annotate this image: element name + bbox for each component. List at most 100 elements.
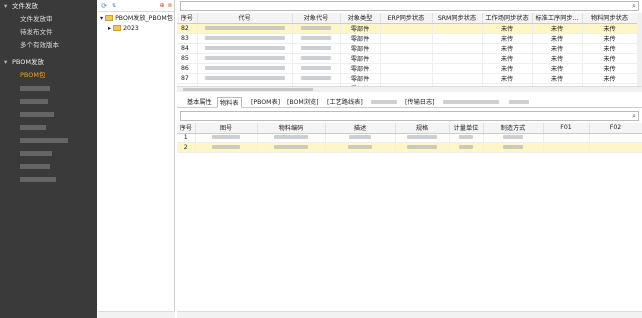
grid-vertical-scrollbar[interactable] [637,13,642,86]
col-header[interactable]: 序号 [177,123,196,134]
col-header[interactable]: 对象类型 [340,13,381,24]
f02-cell [589,133,642,143]
col-header[interactable]: F02 [589,123,642,134]
table-header-row: 序号 代号 对象代号 对象类型 ERP同步状态 SRM同步状态 工作场同步状态 … [177,13,638,24]
std-process-status-cell: 未传 [532,33,583,44]
f02-cell [589,142,642,153]
tree-toolbar: ⟳ ⇅ ⊕ ⊗ [98,0,174,12]
tree-node-root[interactable]: ▾ PBOM发放_PBOM包 [98,14,174,24]
col-header[interactable]: 规格 [395,123,450,134]
blurred-text [20,150,52,156]
grid-horizontal-scrollbar[interactable] [177,86,642,92]
expand-arrow-icon: ▾ [100,15,104,22]
nav-item-pbom-package[interactable]: PBOM包 [0,69,97,82]
tab-process-route[interactable]: [工艺路线表] [325,97,365,108]
col-header[interactable]: 对象代号 [292,13,341,24]
table-row[interactable]: 85 零部件 未传 未传 未传 [177,53,638,64]
settings-icon[interactable]: ⊗ [166,2,174,10]
refresh-icon[interactable]: ⟳ [100,2,108,10]
tree-horizontal-scrollbar[interactable] [98,311,175,318]
blurred-cell [292,33,341,44]
table-row[interactable]: 84 零部件 未传 未传 未传 [177,43,638,54]
tab-bom-browse[interactable]: [BOM浏览] [285,97,321,108]
material-status-cell: 未传 [582,43,638,54]
nav-item-blurred[interactable] [0,147,97,160]
row-number: 82 [177,23,198,34]
erp-status-cell [380,63,433,74]
table-row[interactable]: 1 [177,133,642,143]
srm-status-cell [432,73,483,84]
tab-basic-properties[interactable]: 基本属性 [185,97,214,108]
col-header[interactable]: ERP同步状态 [380,13,433,24]
add-icon[interactable]: ⊕ [158,2,166,10]
object-type-cell: 零部件 [340,73,381,84]
blurred-cell [292,43,341,54]
tab-material-table[interactable]: 物料表 [217,97,242,108]
nav-item-blurred[interactable] [0,173,97,186]
col-header[interactable]: 代号 [197,13,293,24]
col-header[interactable]: 制造方式 [483,123,544,134]
col-header[interactable]: 序号 [177,13,198,24]
srm-status-cell [432,23,483,34]
col-header[interactable]: 图号 [195,123,258,134]
row-number: 1 [177,133,196,143]
nav-item-blurred[interactable] [0,95,97,108]
tree-node-2023[interactable]: ▸ 2023 [98,24,174,34]
tab-blurred[interactable] [507,97,531,108]
nav-item-pending-files[interactable]: 待发布文件 [0,26,97,39]
blurred-cell [195,142,258,153]
workshop-status-cell: 未传 [482,33,533,44]
scroll-thumb[interactable] [183,88,313,91]
blurred-cell [449,133,484,143]
blurred-text [20,137,68,143]
object-type-cell: 零部件 [340,23,381,34]
blurred-cell [483,133,544,143]
material-table: 序号 图号 物料编码 描述 规格 计量单位 制造方式 F01 F02 1 2 [177,123,642,153]
blurred-cell [257,133,326,143]
nav-item-blurred[interactable] [0,121,97,134]
nav-item-file-review[interactable]: 文件发放审 [0,13,97,26]
col-header[interactable]: F01 [543,123,590,134]
blurred-text [20,111,54,117]
table-row[interactable]: 83 零部件 未传 未传 未传 [177,33,638,44]
col-header[interactable]: 工作场同步状态 [482,13,533,24]
nav-section-file-release[interactable]: ▾ 文件发放 [0,0,97,13]
blurred-cell [395,142,450,153]
search-icon[interactable]: ⌕ [632,2,636,10]
workshop-status-cell: 未传 [482,43,533,54]
tab-transfer-log[interactable]: [传输日志] [403,97,437,108]
detail-search-input[interactable]: ⌕ [180,111,639,121]
nav-item-blurred[interactable] [0,82,97,95]
top-search-input[interactable]: ⌕ [180,1,639,11]
object-type-cell: 零部件 [340,43,381,54]
detail-horizontal-scrollbar[interactable] [177,311,642,318]
object-type-cell: 零部件 [340,33,381,44]
col-header[interactable]: 计量单位 [449,123,484,134]
nav-item-blurred[interactable] [0,108,97,121]
col-header[interactable]: SRM同步状态 [432,13,483,24]
col-header[interactable]: 物料编码 [257,123,326,134]
nav-item-blurred[interactable] [0,160,97,173]
col-header[interactable]: 标准工序同步... [532,13,583,24]
blurred-cell [195,133,258,143]
expand-icon[interactable]: ⇅ [110,2,118,10]
nav-item-multiple-versions[interactable]: 多个有效版本 [0,39,97,52]
blurred-cell [325,133,396,143]
nav-section-pbom-release[interactable]: ▾ PBOM发放 [0,56,97,69]
search-icon[interactable]: ⌕ [632,112,636,120]
nav-item-blurred[interactable] [0,134,97,147]
blurred-cell [197,53,293,64]
tab-blurred[interactable] [441,97,501,108]
col-header[interactable]: 描述 [325,123,396,134]
table-row[interactable]: 86 零部件 未传 未传 未传 [177,63,638,74]
folder-icon [113,25,122,31]
srm-status-cell [432,43,483,54]
table-row[interactable]: 2 [177,142,642,153]
col-header[interactable]: 物料同步状态 [582,13,638,24]
std-process-status-cell: 未传 [532,53,583,64]
tab-pbom-table[interactable]: [PBOM表] [249,97,282,108]
tab-blurred[interactable] [369,97,399,108]
table-row[interactable]: 82 零部件 未传 未传 未传 [177,23,638,34]
blurred-cell [197,73,293,84]
table-row[interactable]: 87 零部件 未传 未传 未传 [177,73,638,84]
